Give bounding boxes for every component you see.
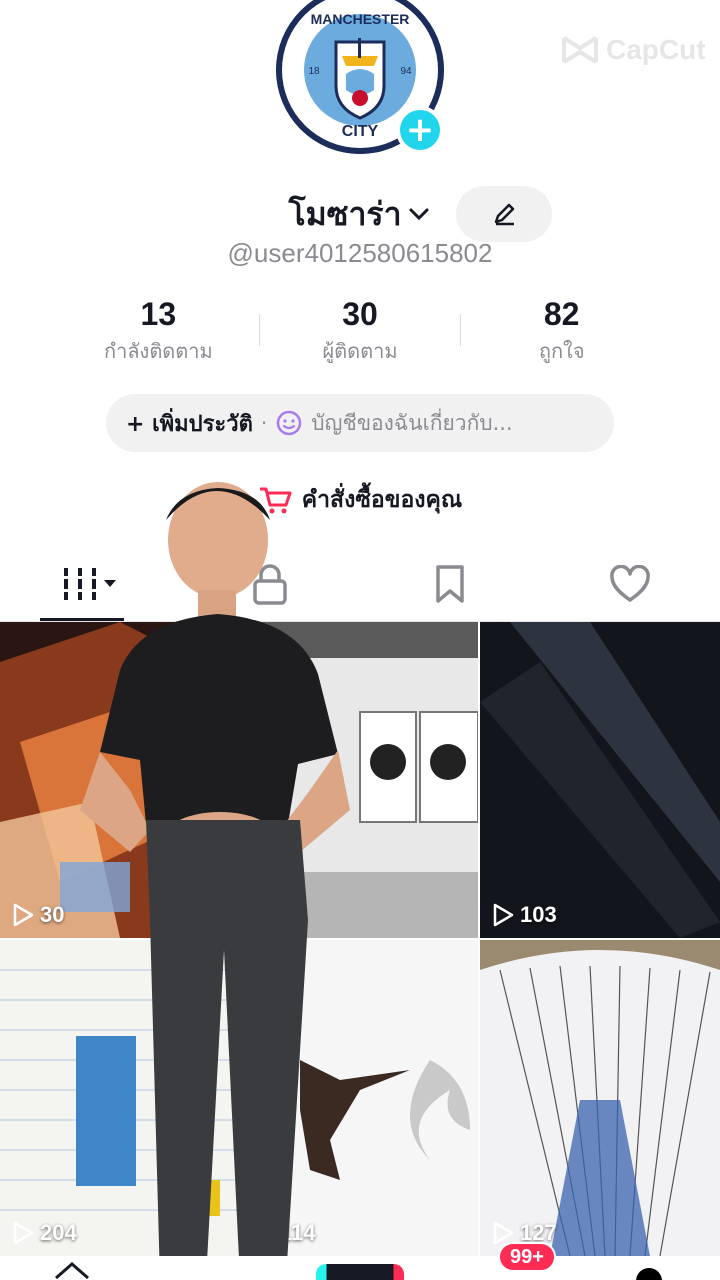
- create-button[interactable]: [316, 1264, 404, 1280]
- view-count-value: 114: [280, 1220, 316, 1245]
- bottom-navigation: 99+: [0, 1242, 720, 1280]
- display-name-row[interactable]: โมซาร่า: [0, 186, 720, 242]
- crest-year-right: 94: [400, 66, 412, 77]
- add-bio-pill[interactable]: + เพิ่มประวัติ · บัญชีของฉันเกี่ยวกับ...: [106, 394, 614, 452]
- stat-likes-label: ถูกใจ: [538, 339, 585, 363]
- watermark-text: CapCut: [606, 34, 706, 65]
- view-count: 5: [252, 902, 292, 928]
- view-count-value: 103: [520, 902, 557, 927]
- add-avatar-button[interactable]: +: [396, 106, 444, 154]
- tab-videos[interactable]: [0, 546, 180, 621]
- bio-placeholder-text: บัญชีของฉันเกี่ยวกับ...: [311, 410, 513, 435]
- view-count: 114: [252, 1220, 316, 1246]
- edit-profile-button[interactable]: [456, 186, 552, 242]
- stat-following[interactable]: 13 กำลังติดตาม: [58, 292, 259, 372]
- video-thumbnail[interactable]: 114: [240, 940, 478, 1256]
- grid-icon: [60, 567, 116, 600]
- chevron-down-icon[interactable]: [406, 201, 432, 227]
- play-icon: [253, 903, 274, 927]
- view-count-value: 5: [280, 902, 293, 927]
- video-thumbnail[interactable]: 127: [480, 940, 720, 1256]
- capcut-logo-icon: [562, 36, 598, 64]
- video-thumbnail[interactable]: 204: [0, 940, 238, 1256]
- bio-separator: ·: [260, 411, 268, 435]
- tab-saved[interactable]: [360, 546, 540, 621]
- stat-following-label: กำลังติดตาม: [103, 339, 213, 363]
- view-count: 204: [12, 1220, 77, 1246]
- view-count-value: 30: [40, 902, 65, 927]
- capcut-watermark: CapCut: [560, 30, 706, 70]
- view-count-value: 204: [40, 1220, 77, 1245]
- video-grid: 30 5 103 204 114 127: [0, 622, 720, 1256]
- pencil-icon: [494, 203, 515, 226]
- username-handle: @user4012580615802: [227, 238, 493, 268]
- inbox-badge[interactable]: 99+: [498, 1242, 556, 1272]
- smile-icon: [276, 410, 302, 436]
- thumbnail-image: [480, 622, 720, 938]
- view-count: 30: [12, 902, 64, 928]
- crest-top-text: MANCHESTER: [311, 11, 410, 27]
- play-icon: [253, 1221, 274, 1245]
- heart-icon: [610, 564, 650, 602]
- video-thumbnail[interactable]: 5: [240, 622, 478, 938]
- bookmark-icon: [436, 564, 464, 603]
- view-count: 103: [492, 902, 557, 928]
- display-name: โมซาร่า: [288, 194, 402, 233]
- stat-followers-label: ผู้ติดตาม: [322, 339, 398, 363]
- lock-icon: [253, 563, 287, 605]
- tab-private[interactable]: [180, 546, 360, 621]
- play-icon: [493, 903, 514, 927]
- shopping-cart-icon: [259, 487, 292, 514]
- stat-followers[interactable]: 30 ผู้ติดตาม: [260, 292, 461, 372]
- profile-tabs: [0, 546, 720, 622]
- thumbnail-image: [240, 622, 478, 938]
- crest-year-left: 18: [308, 66, 320, 77]
- add-bio-label: + เพิ่มประวัติ: [126, 411, 253, 437]
- profile-stats: 13 กำลังติดตาม 30 ผู้ติดตาม 82 ถูกใจ: [58, 292, 662, 372]
- home-icon[interactable]: [54, 1260, 90, 1280]
- stat-following-value: 13: [140, 296, 177, 332]
- profile-nav-icon[interactable]: [636, 1268, 662, 1280]
- thumbnail-image: [480, 940, 720, 1256]
- crest-bottom-text: CITY: [342, 123, 379, 140]
- video-thumbnail[interactable]: 103: [480, 622, 720, 938]
- stat-likes-value: 82: [543, 296, 580, 332]
- stat-likes[interactable]: 82 ถูกใจ: [461, 292, 662, 372]
- your-orders-label: คำสั่งซื้อของคุณ: [301, 487, 463, 513]
- play-icon: [13, 1221, 34, 1245]
- thumbnail-image: [0, 622, 238, 938]
- your-orders-row[interactable]: คำสั่งซื้อของคุณ: [0, 476, 720, 524]
- thumbnail-image: [0, 940, 238, 1256]
- thumbnail-image: [240, 940, 478, 1256]
- stat-followers-value: 30: [342, 296, 378, 332]
- video-thumbnail[interactable]: 30: [0, 622, 238, 938]
- tab-liked[interactable]: [540, 546, 720, 621]
- play-icon: [13, 903, 34, 927]
